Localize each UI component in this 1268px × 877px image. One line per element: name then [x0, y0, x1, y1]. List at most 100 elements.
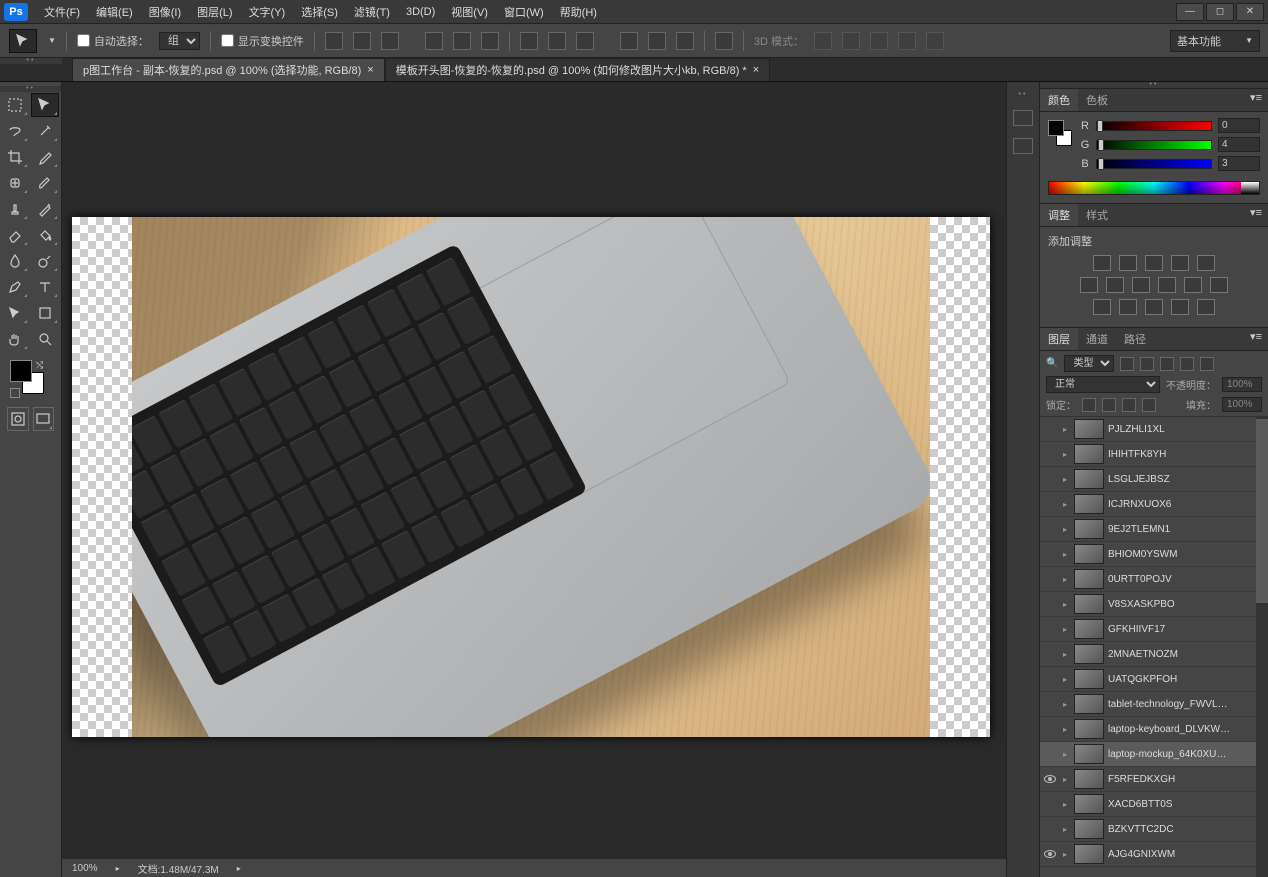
- layer-thumbnail[interactable]: [1074, 844, 1104, 864]
- close-icon[interactable]: ×: [753, 64, 759, 76]
- document-tab[interactable]: p图工作台 - 副本-恢复的.psd @ 100% (选择功能, RGB/8)×: [72, 58, 385, 81]
- layer-thumbnail[interactable]: [1074, 594, 1104, 614]
- auto-select-checkbox[interactable]: 自动选择：: [77, 33, 149, 49]
- layer-thumbnail[interactable]: [1074, 669, 1104, 689]
- expand-icon[interactable]: ▸: [1060, 425, 1070, 434]
- layer-row[interactable]: ▸9EJ2TLEMN1: [1040, 517, 1256, 542]
- expand-icon[interactable]: ▸: [1060, 600, 1070, 609]
- tab-paths[interactable]: 路径: [1116, 328, 1154, 350]
- layer-row[interactable]: ▸XACD6BTT0S: [1040, 792, 1256, 817]
- layer-name[interactable]: ICJRNXUOX6: [1108, 499, 1171, 510]
- menu-view[interactable]: 视图(V): [443, 2, 496, 22]
- posterize-icon[interactable]: [1119, 299, 1137, 315]
- layer-thumbnail[interactable]: [1074, 794, 1104, 814]
- history-panel-icon[interactable]: [1013, 110, 1033, 126]
- maximize-button[interactable]: ◻: [1206, 3, 1234, 21]
- expand-icon[interactable]: ▸: [1060, 525, 1070, 534]
- filter-smart-icon[interactable]: [1200, 357, 1214, 371]
- expand-icon[interactable]: ▸: [1060, 625, 1070, 634]
- close-button[interactable]: ✕: [1236, 3, 1264, 21]
- layer-thumbnail[interactable]: [1074, 569, 1104, 589]
- b-slider[interactable]: [1096, 159, 1212, 169]
- expand-icon[interactable]: ▸: [1060, 850, 1070, 859]
- workspace-preset-dropdown[interactable]: 基本功能▼: [1170, 30, 1260, 52]
- fill-value[interactable]: 100%: [1222, 397, 1262, 412]
- layer-row[interactable]: ▸ V8SXASKPBO: [1040, 592, 1256, 617]
- chevron-icon[interactable]: ▸: [237, 864, 241, 873]
- brightness-icon[interactable]: [1093, 255, 1111, 271]
- expand-icon[interactable]: ▸: [1060, 550, 1070, 559]
- scrollbar[interactable]: [1256, 417, 1268, 877]
- layer-row[interactable]: ▸ PJLZHLI1XL: [1040, 417, 1256, 442]
- b-value[interactable]: 3: [1218, 156, 1260, 171]
- menu-image[interactable]: 图像(I): [141, 2, 189, 22]
- foreground-color-swatch[interactable]: [10, 360, 32, 382]
- menu-select[interactable]: 选择(S): [293, 2, 346, 22]
- layer-name[interactable]: BHIOM0YSWM: [1108, 549, 1177, 560]
- distribute-icon[interactable]: [520, 32, 538, 50]
- panel-menu-icon[interactable]: ▾≡: [1244, 328, 1268, 350]
- layer-thumbnail[interactable]: [1074, 444, 1104, 464]
- tab-swatches[interactable]: 色板: [1078, 89, 1116, 111]
- layer-thumbnail[interactable]: [1074, 744, 1104, 764]
- layer-row[interactable]: ▸tablet-technology_FWVL…: [1040, 692, 1256, 717]
- document-canvas[interactable]: [72, 217, 990, 737]
- layer-name[interactable]: LSGLJEJBSZ: [1108, 474, 1170, 485]
- r-slider[interactable]: [1096, 121, 1212, 131]
- crop-tool[interactable]: [1, 145, 29, 169]
- expand-icon[interactable]: ▸: [1060, 825, 1070, 834]
- layer-row[interactable]: ▸GFKHIIVF17: [1040, 617, 1256, 642]
- invert-icon[interactable]: [1093, 299, 1111, 315]
- panel-color-swatches[interactable]: [1048, 118, 1074, 158]
- quickmask-icon[interactable]: [7, 407, 29, 431]
- layer-thumbnail[interactable]: [1074, 494, 1104, 514]
- expand-icon[interactable]: ▸: [1060, 800, 1070, 809]
- marquee-tool[interactable]: [1, 93, 29, 117]
- blend-mode-dropdown[interactable]: 正常: [1046, 376, 1160, 393]
- layer-thumbnail[interactable]: [1074, 619, 1104, 639]
- menu-3d[interactable]: 3D(D): [398, 4, 443, 20]
- layer-row[interactable]: ▸AJG4GNIXWM: [1040, 842, 1256, 867]
- layer-row[interactable]: ▸ ICJRNXUOX6: [1040, 492, 1256, 517]
- lasso-tool[interactable]: [1, 119, 29, 143]
- levels-icon[interactable]: [1119, 255, 1137, 271]
- expand-icon[interactable]: ▸: [1060, 500, 1070, 509]
- menu-filter[interactable]: 滤镜(T): [346, 2, 398, 22]
- exposure-icon[interactable]: [1171, 255, 1189, 271]
- canvas-area[interactable]: 100% ▸ 文档:1.48M/47.3M ▸: [62, 82, 1006, 877]
- brush-tool[interactable]: [31, 171, 59, 195]
- collapse-grip[interactable]: ••: [1007, 92, 1039, 98]
- filter-type-icon[interactable]: [1160, 357, 1174, 371]
- layer-name[interactable]: BZKVTTC2DC: [1108, 824, 1174, 835]
- layer-name[interactable]: V8SXASKPBO: [1108, 599, 1175, 610]
- menu-file[interactable]: 文件(F): [36, 2, 88, 22]
- layer-row[interactable]: ▸laptop-keyboard_DLVKW…: [1040, 717, 1256, 742]
- layer-name[interactable]: laptop-mockup_64K0XU…: [1108, 749, 1226, 760]
- align-icon[interactable]: [453, 32, 471, 50]
- tab-channels[interactable]: 通道: [1078, 328, 1116, 350]
- align-icon[interactable]: [481, 32, 499, 50]
- bw-icon[interactable]: [1132, 277, 1150, 293]
- arrange-icon[interactable]: [715, 32, 733, 50]
- lock-trans-icon[interactable]: [1082, 398, 1096, 412]
- menu-help[interactable]: 帮助(H): [552, 2, 605, 22]
- tab-styles[interactable]: 样式: [1078, 204, 1116, 226]
- visibility-toggle[interactable]: [1040, 850, 1060, 858]
- align-icon[interactable]: [325, 32, 343, 50]
- lock-pixel-icon[interactable]: [1102, 398, 1116, 412]
- eraser-tool[interactable]: [1, 223, 29, 247]
- curves-icon[interactable]: [1145, 255, 1163, 271]
- panel-menu-icon[interactable]: ▾≡: [1244, 204, 1268, 226]
- 3d-icon[interactable]: [926, 32, 944, 50]
- layer-row[interactable]: ▸LSGLJEJBSZ: [1040, 467, 1256, 492]
- distribute-icon[interactable]: [648, 32, 666, 50]
- layer-name[interactable]: laptop-keyboard_DLVKW…: [1108, 724, 1230, 735]
- threshold-icon[interactable]: [1145, 299, 1163, 315]
- layer-row[interactable]: ▸2MNAETNOZM: [1040, 642, 1256, 667]
- chevron-down-icon[interactable]: ▼: [48, 36, 56, 45]
- layer-name[interactable]: PJLZHLI1XL: [1108, 424, 1165, 435]
- scrollbar-thumb[interactable]: [1256, 419, 1268, 603]
- distribute-icon[interactable]: [548, 32, 566, 50]
- tab-layers[interactable]: 图层: [1040, 328, 1078, 350]
- photo-filter-icon[interactable]: [1158, 277, 1176, 293]
